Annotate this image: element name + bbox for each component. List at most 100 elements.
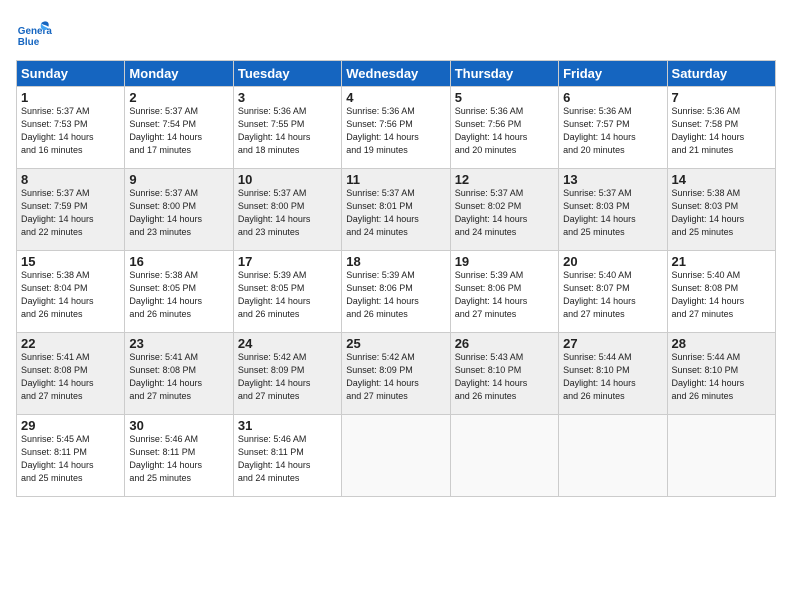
calendar-cell: 18Sunrise: 5:39 AMSunset: 8:06 PMDayligh… [342,251,450,333]
calendar-table: SundayMondayTuesdayWednesdayThursdayFrid… [16,60,776,497]
page-header: General Blue [16,16,776,52]
calendar-cell: 21Sunrise: 5:40 AMSunset: 8:08 PMDayligh… [667,251,775,333]
day-info: Sunrise: 5:36 AMSunset: 7:58 PMDaylight:… [672,106,745,155]
day-info: Sunrise: 5:38 AMSunset: 8:04 PMDaylight:… [21,270,94,319]
calendar-cell: 6Sunrise: 5:36 AMSunset: 7:57 PMDaylight… [559,87,667,169]
day-number: 8 [21,172,120,187]
day-number: 5 [455,90,554,105]
calendar-cell [667,415,775,497]
day-info: Sunrise: 5:44 AMSunset: 8:10 PMDaylight:… [563,352,636,401]
day-info: Sunrise: 5:42 AMSunset: 8:09 PMDaylight:… [238,352,311,401]
calendar-cell: 29Sunrise: 5:45 AMSunset: 8:11 PMDayligh… [17,415,125,497]
calendar-cell: 7Sunrise: 5:36 AMSunset: 7:58 PMDaylight… [667,87,775,169]
day-number: 13 [563,172,662,187]
day-number: 3 [238,90,337,105]
week-row-5: 29Sunrise: 5:45 AMSunset: 8:11 PMDayligh… [17,415,776,497]
column-header-friday: Friday [559,61,667,87]
calendar-cell: 14Sunrise: 5:38 AMSunset: 8:03 PMDayligh… [667,169,775,251]
day-number: 31 [238,418,337,433]
day-info: Sunrise: 5:40 AMSunset: 8:07 PMDaylight:… [563,270,636,319]
week-row-3: 15Sunrise: 5:38 AMSunset: 8:04 PMDayligh… [17,251,776,333]
calendar-cell: 1Sunrise: 5:37 AMSunset: 7:53 PMDaylight… [17,87,125,169]
column-header-tuesday: Tuesday [233,61,341,87]
day-number: 10 [238,172,337,187]
day-number: 23 [129,336,228,351]
calendar-cell: 11Sunrise: 5:37 AMSunset: 8:01 PMDayligh… [342,169,450,251]
svg-text:Blue: Blue [18,37,40,48]
column-header-monday: Monday [125,61,233,87]
day-info: Sunrise: 5:39 AMSunset: 8:05 PMDaylight:… [238,270,311,319]
day-info: Sunrise: 5:37 AMSunset: 8:02 PMDaylight:… [455,188,528,237]
day-info: Sunrise: 5:43 AMSunset: 8:10 PMDaylight:… [455,352,528,401]
calendar-cell: 9Sunrise: 5:37 AMSunset: 8:00 PMDaylight… [125,169,233,251]
day-number: 4 [346,90,445,105]
day-info: Sunrise: 5:46 AMSunset: 8:11 PMDaylight:… [238,434,311,483]
calendar-cell: 19Sunrise: 5:39 AMSunset: 8:06 PMDayligh… [450,251,558,333]
day-info: Sunrise: 5:42 AMSunset: 8:09 PMDaylight:… [346,352,419,401]
day-number: 1 [21,90,120,105]
day-number: 21 [672,254,771,269]
day-number: 15 [21,254,120,269]
week-row-2: 8Sunrise: 5:37 AMSunset: 7:59 PMDaylight… [17,169,776,251]
day-number: 19 [455,254,554,269]
header-row: SundayMondayTuesdayWednesdayThursdayFrid… [17,61,776,87]
day-info: Sunrise: 5:46 AMSunset: 8:11 PMDaylight:… [129,434,202,483]
day-info: Sunrise: 5:37 AMSunset: 7:54 PMDaylight:… [129,106,202,155]
day-info: Sunrise: 5:36 AMSunset: 7:56 PMDaylight:… [346,106,419,155]
calendar-cell: 13Sunrise: 5:37 AMSunset: 8:03 PMDayligh… [559,169,667,251]
day-info: Sunrise: 5:36 AMSunset: 7:55 PMDaylight:… [238,106,311,155]
day-info: Sunrise: 5:36 AMSunset: 7:56 PMDaylight:… [455,106,528,155]
day-info: Sunrise: 5:39 AMSunset: 8:06 PMDaylight:… [346,270,419,319]
day-number: 26 [455,336,554,351]
day-number: 14 [672,172,771,187]
calendar-cell: 4Sunrise: 5:36 AMSunset: 7:56 PMDaylight… [342,87,450,169]
calendar-cell: 2Sunrise: 5:37 AMSunset: 7:54 PMDaylight… [125,87,233,169]
day-number: 25 [346,336,445,351]
column-header-thursday: Thursday [450,61,558,87]
day-number: 2 [129,90,228,105]
day-info: Sunrise: 5:41 AMSunset: 8:08 PMDaylight:… [129,352,202,401]
day-number: 12 [455,172,554,187]
calendar-cell: 30Sunrise: 5:46 AMSunset: 8:11 PMDayligh… [125,415,233,497]
day-info: Sunrise: 5:38 AMSunset: 8:05 PMDaylight:… [129,270,202,319]
day-info: Sunrise: 5:39 AMSunset: 8:06 PMDaylight:… [455,270,528,319]
day-number: 20 [563,254,662,269]
calendar-cell: 24Sunrise: 5:42 AMSunset: 8:09 PMDayligh… [233,333,341,415]
day-number: 28 [672,336,771,351]
day-info: Sunrise: 5:37 AMSunset: 8:00 PMDaylight:… [129,188,202,237]
calendar-cell: 25Sunrise: 5:42 AMSunset: 8:09 PMDayligh… [342,333,450,415]
day-info: Sunrise: 5:40 AMSunset: 8:08 PMDaylight:… [672,270,745,319]
calendar-cell: 5Sunrise: 5:36 AMSunset: 7:56 PMDaylight… [450,87,558,169]
column-header-saturday: Saturday [667,61,775,87]
calendar-cell: 20Sunrise: 5:40 AMSunset: 8:07 PMDayligh… [559,251,667,333]
calendar-cell: 3Sunrise: 5:36 AMSunset: 7:55 PMDaylight… [233,87,341,169]
day-info: Sunrise: 5:41 AMSunset: 8:08 PMDaylight:… [21,352,94,401]
calendar-cell: 12Sunrise: 5:37 AMSunset: 8:02 PMDayligh… [450,169,558,251]
day-number: 27 [563,336,662,351]
day-info: Sunrise: 5:44 AMSunset: 8:10 PMDaylight:… [672,352,745,401]
column-header-wednesday: Wednesday [342,61,450,87]
day-number: 7 [672,90,771,105]
logo-icon: General Blue [16,16,52,52]
week-row-1: 1Sunrise: 5:37 AMSunset: 7:53 PMDaylight… [17,87,776,169]
day-info: Sunrise: 5:37 AMSunset: 7:53 PMDaylight:… [21,106,94,155]
calendar-cell: 27Sunrise: 5:44 AMSunset: 8:10 PMDayligh… [559,333,667,415]
calendar-cell [559,415,667,497]
calendar-cell: 10Sunrise: 5:37 AMSunset: 8:00 PMDayligh… [233,169,341,251]
day-number: 22 [21,336,120,351]
day-number: 17 [238,254,337,269]
day-info: Sunrise: 5:37 AMSunset: 8:03 PMDaylight:… [563,188,636,237]
calendar-cell: 8Sunrise: 5:37 AMSunset: 7:59 PMDaylight… [17,169,125,251]
day-info: Sunrise: 5:37 AMSunset: 8:00 PMDaylight:… [238,188,311,237]
calendar-cell: 15Sunrise: 5:38 AMSunset: 8:04 PMDayligh… [17,251,125,333]
calendar-cell: 23Sunrise: 5:41 AMSunset: 8:08 PMDayligh… [125,333,233,415]
calendar-cell [450,415,558,497]
day-number: 30 [129,418,228,433]
calendar-cell: 26Sunrise: 5:43 AMSunset: 8:10 PMDayligh… [450,333,558,415]
calendar-cell: 17Sunrise: 5:39 AMSunset: 8:05 PMDayligh… [233,251,341,333]
day-number: 18 [346,254,445,269]
day-number: 29 [21,418,120,433]
day-number: 16 [129,254,228,269]
calendar-cell: 31Sunrise: 5:46 AMSunset: 8:11 PMDayligh… [233,415,341,497]
calendar-cell: 28Sunrise: 5:44 AMSunset: 8:10 PMDayligh… [667,333,775,415]
